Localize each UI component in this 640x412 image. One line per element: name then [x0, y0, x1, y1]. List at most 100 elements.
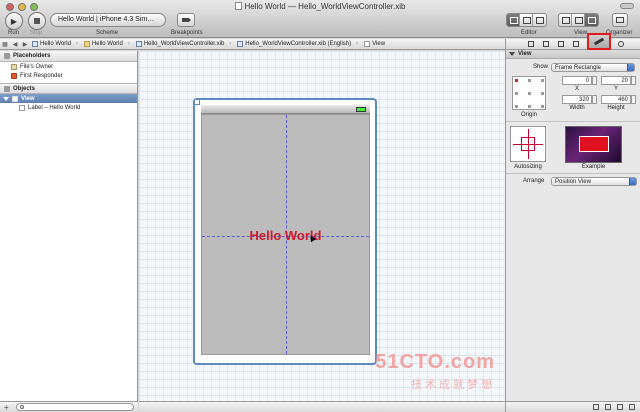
- related-items-icon[interactable]: ▦: [0, 41, 10, 48]
- window-title: Hello World — Hello_WorldViewController.…: [0, 2, 640, 11]
- breadcrumb-xib-english[interactable]: Hello_WorldViewController.xib (English): [235, 41, 362, 47]
- origin-point[interactable]: [515, 105, 518, 108]
- view-close-icon[interactable]: [194, 99, 200, 105]
- run-button[interactable]: ▶: [5, 12, 23, 30]
- file-inspector-tab[interactable]: [528, 41, 535, 48]
- y-stepper[interactable]: [631, 76, 636, 85]
- iphone-view-frame[interactable]: Hello World: [193, 98, 377, 365]
- attributes-inspector-tab[interactable]: [573, 41, 580, 48]
- show-popup[interactable]: Frame Rectangle: [551, 63, 635, 72]
- view-icon: [364, 41, 371, 47]
- media-library-icon[interactable]: [629, 404, 635, 410]
- breadcrumb-project[interactable]: Hello World: [30, 41, 82, 47]
- xib-document-icon: [234, 2, 242, 10]
- objects-header: Objects: [0, 83, 137, 94]
- breakpoints-button[interactable]: [177, 13, 195, 27]
- toolbar-toggle-button[interactable]: [620, 3, 634, 9]
- size-inspector-tab[interactable]: [587, 33, 611, 50]
- autosizing-height-strut[interactable]: [528, 129, 529, 159]
- origin-point[interactable]: [515, 92, 518, 95]
- outline-item-label: File's Owner: [20, 63, 54, 70]
- origin-picker[interactable]: [512, 76, 546, 110]
- view-segmented-control[interactable]: [558, 13, 599, 27]
- origin-point[interactable]: [528, 92, 531, 95]
- origin-point[interactable]: [541, 79, 544, 82]
- y-label: Y: [613, 86, 618, 92]
- file-icon: [528, 41, 534, 47]
- outline-filter-input[interactable]: [16, 403, 134, 411]
- simulated-status-bar: [201, 105, 370, 114]
- identity-inspector-tab[interactable]: [558, 41, 565, 48]
- add-icon[interactable]: +: [4, 403, 9, 412]
- example-label: Example: [581, 164, 606, 170]
- breakpoint-icon: [182, 18, 191, 22]
- utilities-toggle-button[interactable]: [585, 14, 598, 26]
- disclosure-triangle-icon[interactable]: [3, 96, 9, 101]
- utilities-inspector: View Show Frame Rectangle Origin 0 20 X …: [505, 33, 640, 412]
- width-stepper[interactable]: [592, 95, 597, 104]
- scheme-popup[interactable]: Hello World | iPhone 4.3 Sim…: [50, 13, 166, 27]
- navigator-filter-bar: +: [0, 401, 138, 412]
- navigator-toggle-button[interactable]: [559, 14, 572, 26]
- autosizing-control[interactable]: [510, 126, 546, 162]
- debug-area-toggle-button[interactable]: [572, 14, 585, 26]
- objects-cube-icon: [4, 85, 10, 92]
- interface-builder-canvas[interactable]: Hello World 51CTO.com 技术成就梦想: [139, 51, 505, 401]
- main-view[interactable]: Hello World: [201, 114, 370, 355]
- origin-point[interactable]: [541, 92, 544, 95]
- connections-inspector-tab[interactable]: [618, 41, 625, 48]
- disclosure-triangle-icon[interactable]: [509, 52, 515, 56]
- version-editor-button[interactable]: [533, 14, 546, 26]
- outline-item-label-hello-world[interactable]: Label – Hello World: [0, 103, 137, 112]
- breadcrumb-view[interactable]: View: [362, 41, 394, 47]
- outline-item-view[interactable]: View: [0, 94, 137, 103]
- height-field[interactable]: 460: [601, 95, 631, 104]
- arrange-popup[interactable]: Position View: [551, 177, 637, 186]
- outline-item-files-owner[interactable]: File's Owner: [0, 62, 137, 71]
- watermark: 51CTO.com 技术成就梦想: [375, 351, 495, 392]
- y-field[interactable]: 20: [601, 76, 631, 85]
- show-value: Frame Rectangle: [555, 65, 602, 71]
- autosizing-example-preview: [565, 126, 622, 163]
- hello-world-label[interactable]: Hello World: [202, 228, 369, 243]
- code-snippet-library-icon[interactable]: [605, 404, 611, 410]
- assistant-editor-button[interactable]: [520, 14, 533, 26]
- identity-icon: [558, 41, 564, 47]
- organizer-button[interactable]: [612, 13, 628, 27]
- stop-label: Stop: [30, 30, 43, 36]
- connections-icon: [618, 41, 624, 47]
- x-field[interactable]: 0: [562, 76, 592, 85]
- origin-point[interactable]: [515, 79, 518, 82]
- view-section-header[interactable]: View: [506, 50, 640, 59]
- back-arrow-icon[interactable]: ◀: [10, 41, 20, 48]
- breadcrumb-group[interactable]: Hello World: [82, 41, 134, 47]
- object-library-icon[interactable]: [617, 404, 623, 410]
- outline-item-label: Label – Hello World: [28, 104, 81, 111]
- origin-point[interactable]: [541, 105, 544, 108]
- breadcrumb-label: Hello_WorldViewController.xib (English): [245, 41, 352, 47]
- search-icon: [20, 405, 24, 409]
- stop-icon: [34, 18, 40, 24]
- inspector-tab-bar: [506, 33, 640, 50]
- file-template-library-icon[interactable]: [593, 404, 599, 410]
- origin-point[interactable]: [528, 79, 531, 82]
- breadcrumb-xib[interactable]: Hello_WorldViewController.xib: [134, 41, 235, 47]
- view-object-icon: [12, 95, 18, 102]
- outline-item-first-responder[interactable]: First Responder: [0, 71, 137, 80]
- placeholder-cube-icon: [4, 53, 10, 59]
- quick-help-tab[interactable]: [543, 41, 550, 48]
- width-field[interactable]: 320: [562, 95, 592, 104]
- label-object-icon: [19, 104, 25, 111]
- stop-button[interactable]: [28, 12, 46, 30]
- standard-editor-button[interactable]: [507, 14, 520, 26]
- editor-label: Editor: [521, 30, 537, 36]
- help-icon: [543, 41, 549, 47]
- window-toolbar: Hello World — Hello_WorldViewController.…: [0, 0, 640, 38]
- arrange-value: Position View: [555, 179, 591, 185]
- origin-point[interactable]: [528, 105, 531, 108]
- editor-segmented-control[interactable]: [506, 13, 547, 27]
- scheme-label: Scheme: [96, 30, 119, 36]
- forward-arrow-icon[interactable]: ▶: [20, 41, 30, 48]
- x-stepper[interactable]: [592, 76, 597, 85]
- height-stepper[interactable]: [631, 95, 636, 104]
